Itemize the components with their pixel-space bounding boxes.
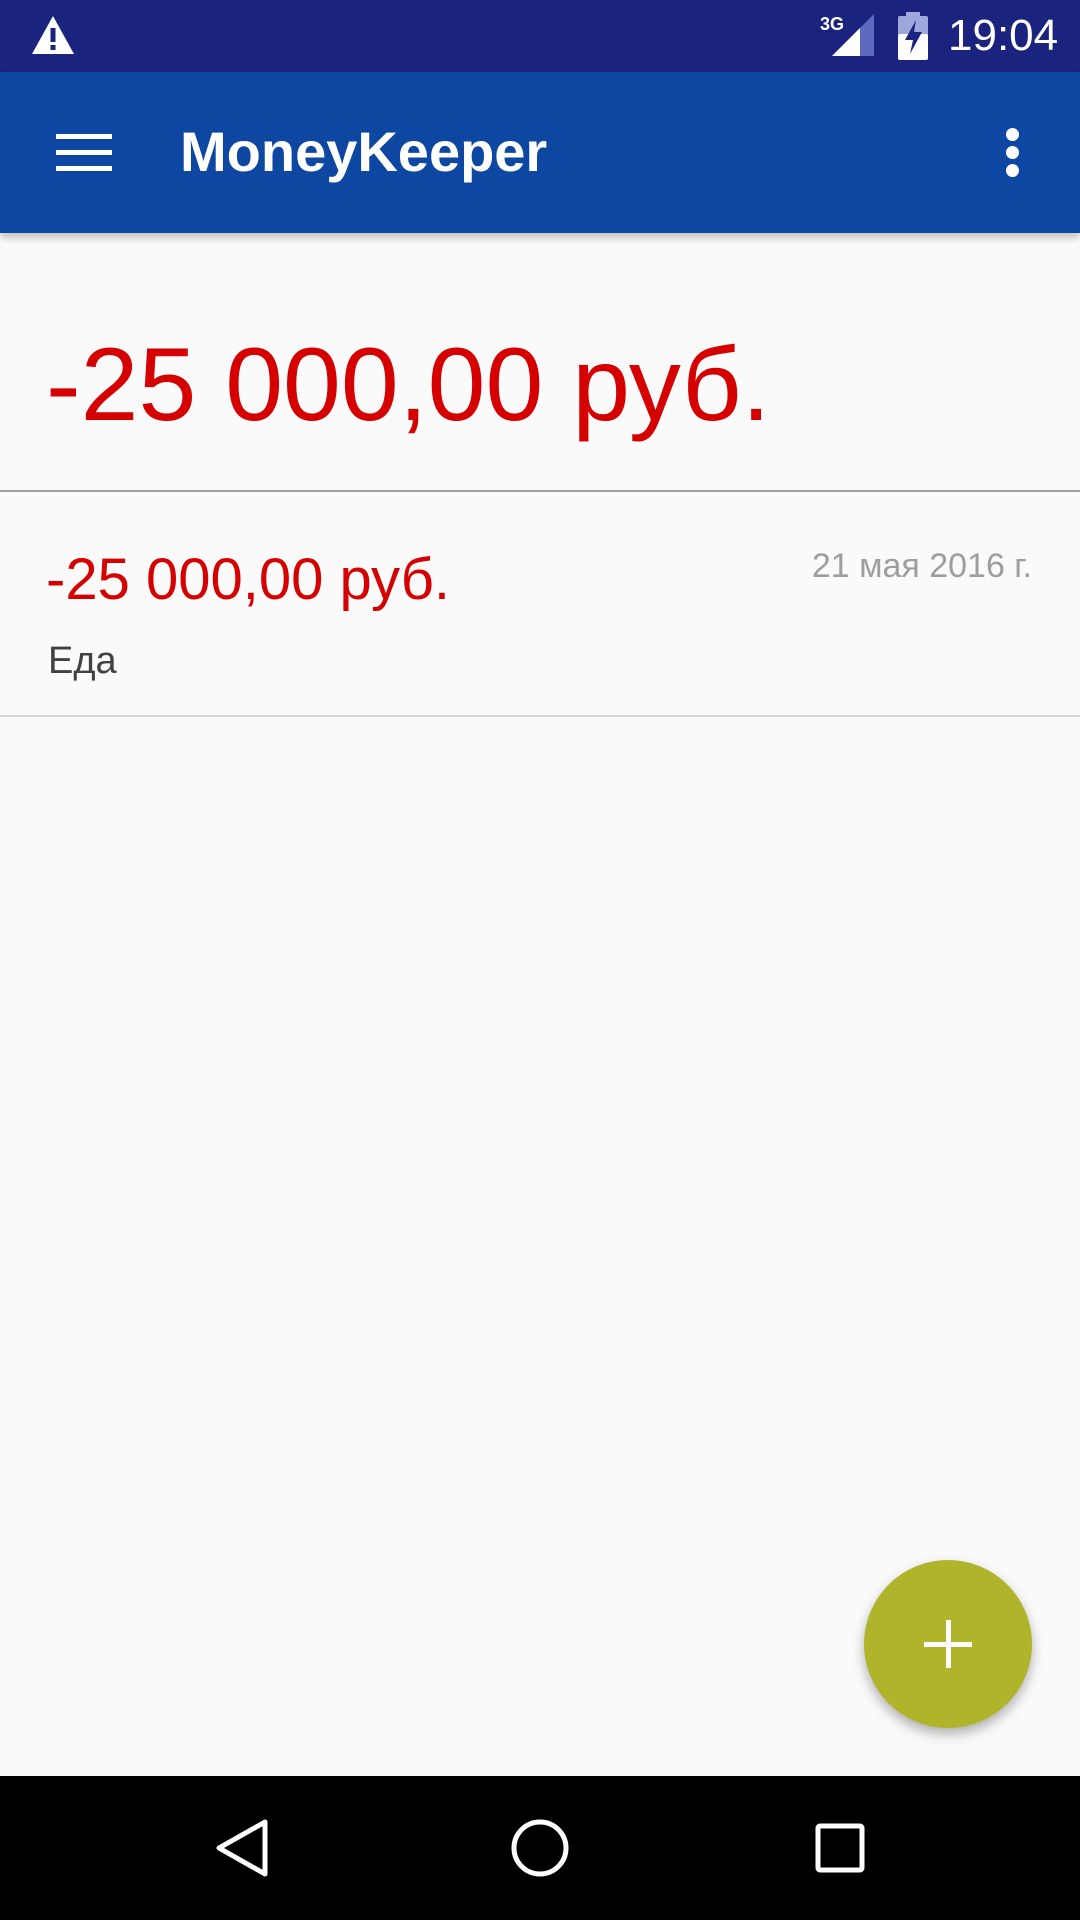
system-navigation-bar xyxy=(0,1776,1080,1920)
screen: 3G 19:04 MoneyKeeper -25 000,00 руб. -25… xyxy=(0,0,1080,1920)
status-bar: 3G 19:04 xyxy=(0,0,1080,72)
status-time: 19:04 xyxy=(948,11,1059,60)
transaction-amount: -25 000,00 руб. xyxy=(46,547,451,612)
overflow-menu-button[interactable] xyxy=(990,116,1036,188)
warning-icon xyxy=(32,16,74,54)
app-title: MoneyKeeper xyxy=(180,120,548,183)
back-icon[interactable] xyxy=(205,1812,277,1884)
transaction-category: Еда xyxy=(48,640,117,682)
navigation-menu-button[interactable] xyxy=(40,116,128,188)
app-bar: MoneyKeeper xyxy=(0,72,1080,233)
total-amount: -25 000,00 руб. xyxy=(46,327,771,443)
recents-icon[interactable] xyxy=(804,1812,876,1884)
battery-charging-icon xyxy=(898,12,928,60)
transaction-date: 21 мая 2016 г. xyxy=(811,547,1032,585)
total-summary: -25 000,00 руб. xyxy=(0,233,1080,492)
add-transaction-button[interactable] xyxy=(864,1560,1032,1728)
signal-3g-icon: 3G xyxy=(820,14,874,56)
network-type-label: 3G xyxy=(820,14,844,34)
transaction-row[interactable]: -25 000,00 руб. 21 мая 2016 г. Еда xyxy=(0,492,1080,717)
home-icon[interactable] xyxy=(504,1812,576,1884)
